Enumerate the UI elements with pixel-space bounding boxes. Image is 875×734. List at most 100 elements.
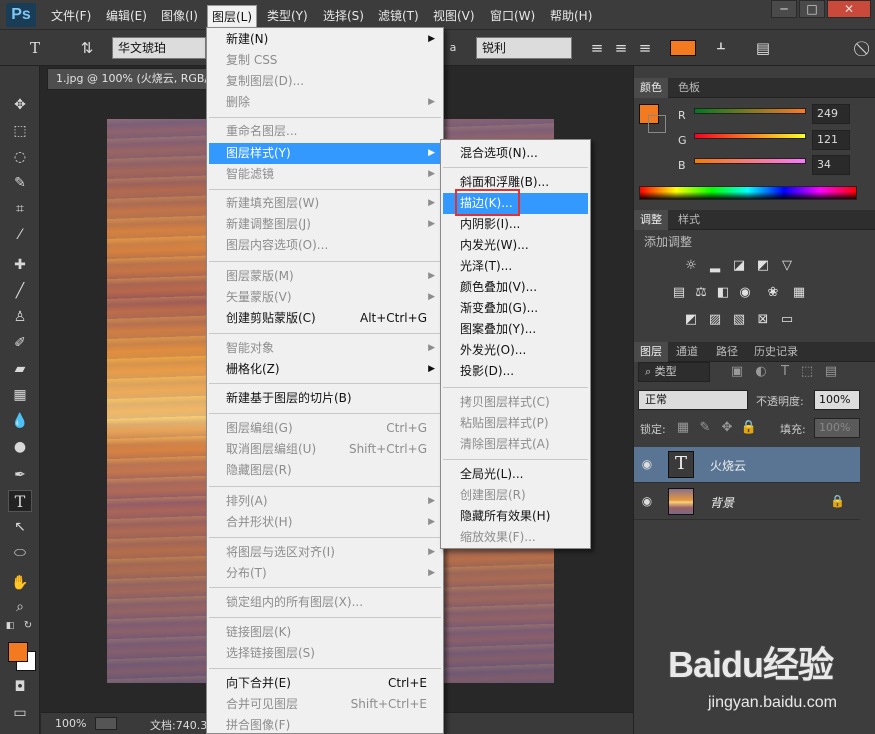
menu-item[interactable]: 智能滤镜 ▶ <box>209 164 441 185</box>
layer-name[interactable]: 火烧云 <box>710 457 746 474</box>
character-panel-icon[interactable]: ▤ <box>752 37 774 59</box>
menu-item[interactable]: 新建调整图层(J) ▶ <box>209 214 441 235</box>
menu-item[interactable]: 图层样式(Y) ▶ <box>209 143 441 164</box>
gradient-map-icon[interactable]: ▭ <box>778 312 796 328</box>
b-value[interactable]: 34 <box>812 155 850 175</box>
r-slider[interactable] <box>694 108 806 114</box>
menu-item[interactable]: 全局光(L)... <box>443 464 588 485</box>
screen-mode-icon[interactable]: ▭ <box>8 702 32 724</box>
photo-filter-icon[interactable]: ◉ <box>736 285 754 301</box>
menu-item[interactable]: 向下合并(E) Ctrl+E <box>209 673 441 694</box>
menu-item[interactable]: 图层蒙版(M) ▶ <box>209 266 441 287</box>
menu-item[interactable]: 新建基于图层的切片(B) <box>209 388 441 409</box>
quick-select-tool-icon[interactable]: ✎ <box>8 172 32 194</box>
tab-history[interactable]: 历史记录 <box>748 342 804 362</box>
default-colors-icon[interactable]: ◧ <box>4 620 16 632</box>
restore-button[interactable]: □ <box>799 0 825 18</box>
menu-item[interactable]: 创建图层(R) <box>443 485 588 506</box>
menu-edit[interactable]: 编辑(E) <box>102 7 151 25</box>
menu-type[interactable]: 类型(Y) <box>263 7 312 25</box>
menu-item[interactable]: 栅格化(Z) ▶ <box>209 359 441 380</box>
menu-item[interactable]: 粘贴图层样式(P) <box>443 413 588 434</box>
curves-icon[interactable]: ◪ <box>730 258 748 274</box>
menu-window[interactable]: 窗口(W) <box>486 7 539 25</box>
type-tool-icon[interactable]: T <box>8 490 32 512</box>
b-slider[interactable] <box>694 158 806 164</box>
layer-row-text[interactable]: ◉ T 火烧云 <box>634 447 860 483</box>
menu-item[interactable]: 新建填充图层(W) ▶ <box>209 193 441 214</box>
menu-item[interactable]: 将图层与选区对齐(I) ▶ <box>209 542 441 563</box>
filter-pixel-icon[interactable]: ▣ <box>728 364 746 380</box>
vibrance-icon[interactable]: ▽ <box>778 258 796 274</box>
menu-item[interactable]: 排列(A) ▶ <box>209 491 441 512</box>
tab-channels[interactable]: 通道 <box>670 342 704 362</box>
color-lookup-icon[interactable]: ▦ <box>790 285 808 301</box>
threshold-icon[interactable]: ▧ <box>730 312 748 328</box>
lock-pixels-icon[interactable]: ✎ <box>696 420 714 436</box>
menu-filter[interactable]: 滤镜(T) <box>374 7 423 25</box>
healing-brush-tool-icon[interactable]: ✚ <box>8 254 32 276</box>
status-menu-icon[interactable] <box>95 717 117 730</box>
layer-filter-select[interactable]: ⌕ 类型 <box>638 362 710 382</box>
type-tool-preset-icon[interactable]: T <box>24 37 46 59</box>
history-brush-tool-icon[interactable]: ✐ <box>8 332 32 354</box>
color-spectrum[interactable] <box>639 186 857 200</box>
menu-item[interactable]: 选择链接图层(S) <box>209 643 441 664</box>
menu-item[interactable]: 内阴影(I)... <box>443 214 588 235</box>
align-left-icon[interactable]: ≡ <box>586 37 608 59</box>
align-center-icon[interactable]: ≡ <box>610 37 632 59</box>
lasso-tool-icon[interactable]: ◌ <box>8 146 32 168</box>
menu-item[interactable]: 分布(T) ▶ <box>209 563 441 584</box>
posterize-icon[interactable]: ▨ <box>706 312 724 328</box>
anti-alias-select[interactable]: 锐利 <box>476 37 572 59</box>
menu-item[interactable]: 光泽(T)... <box>443 256 588 277</box>
menu-item[interactable]: 清除图层样式(A) <box>443 434 588 455</box>
font-family-select[interactable]: 华文琥珀 <box>112 37 206 59</box>
quick-mask-icon[interactable]: ◘ <box>8 676 32 698</box>
fill-input[interactable]: 100% <box>814 418 860 438</box>
menu-item[interactable]: 智能对象 ▶ <box>209 338 441 359</box>
tab-paths[interactable]: 路径 <box>710 342 744 362</box>
levels-icon[interactable]: ▂ <box>706 258 724 274</box>
menu-item[interactable]: 复制图层(D)... <box>209 71 441 92</box>
text-color-swatch[interactable] <box>670 40 696 56</box>
swap-colors-icon[interactable]: ↻ <box>22 620 34 632</box>
pen-tool-icon[interactable]: ✒ <box>8 464 32 486</box>
visibility-eye-icon[interactable]: ◉ <box>640 457 654 471</box>
lock-all-icon[interactable]: 🔒 <box>740 420 758 436</box>
menu-item[interactable]: 删除 ▶ <box>209 92 441 113</box>
menu-item[interactable]: 合并可见图层 Shift+Ctrl+E <box>209 694 441 715</box>
menu-item[interactable]: 链接图层(K) <box>209 622 441 643</box>
menu-item[interactable]: 投影(D)... <box>443 361 588 382</box>
menu-item[interactable]: 颜色叠加(V)... <box>443 277 588 298</box>
lock-transparent-icon[interactable]: ▦ <box>674 420 692 436</box>
foreground-color-swatch[interactable] <box>8 642 28 662</box>
menu-select[interactable]: 选择(S) <box>319 7 368 25</box>
tab-swatches[interactable]: 色板 <box>672 78 706 98</box>
menu-item[interactable]: 创建剪贴蒙版(C) Alt+Ctrl+G <box>209 308 441 329</box>
brightness-icon[interactable]: ☼ <box>682 258 700 274</box>
g-value[interactable]: 121 <box>812 130 850 150</box>
menu-item[interactable]: 图层内容选项(O)... <box>209 235 441 256</box>
filter-type-icon[interactable]: T <box>776 364 794 380</box>
path-selection-tool-icon[interactable]: ↖ <box>8 516 32 538</box>
selective-color-icon[interactable]: ⊠ <box>754 312 772 328</box>
blend-mode-select[interactable]: 正常 <box>638 390 748 410</box>
eyedropper-tool-icon[interactable]: ⁄ <box>8 224 32 246</box>
tab-adjustments[interactable]: 调整 <box>634 210 668 230</box>
invert-icon[interactable]: ◩ <box>682 312 700 328</box>
color-balance-icon[interactable]: ⚖ <box>692 285 710 301</box>
align-right-icon[interactable]: ≡ <box>634 37 656 59</box>
minimize-button[interactable]: ─ <box>771 0 797 18</box>
layer-row-background[interactable]: ◉ 背景 🔒 <box>634 484 860 520</box>
channel-mixer-icon[interactable]: ❀ <box>764 285 782 301</box>
menu-item[interactable]: 锁定组内的所有图层(X)... <box>209 592 441 613</box>
crop-tool-icon[interactable]: ⌗ <box>8 198 32 220</box>
hand-tool-icon[interactable]: ✋ <box>8 572 32 594</box>
eraser-tool-icon[interactable]: ▰ <box>8 358 32 380</box>
black-white-icon[interactable]: ◧ <box>714 285 732 301</box>
g-slider[interactable] <box>694 133 806 139</box>
exposure-icon[interactable]: ◩ <box>754 258 772 274</box>
menu-view[interactable]: 视图(V) <box>429 7 479 25</box>
tab-styles[interactable]: 样式 <box>672 210 706 230</box>
